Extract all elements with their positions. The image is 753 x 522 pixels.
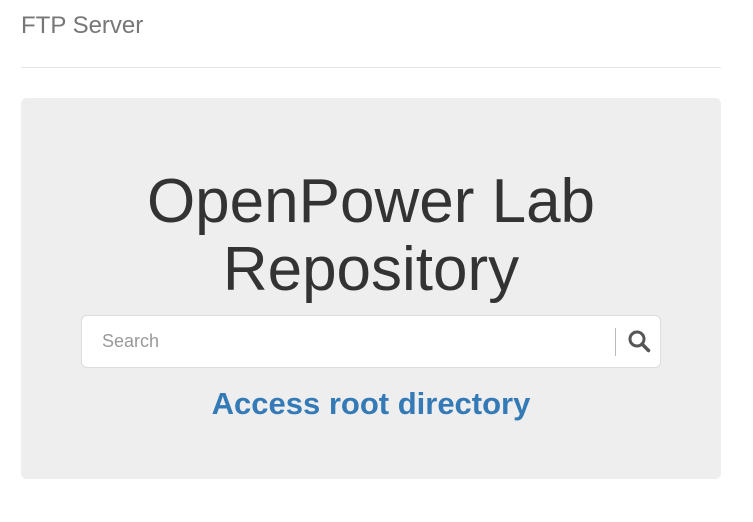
search-box [81,315,661,368]
search-button[interactable] [620,322,658,360]
brand-title[interactable]: FTP Server [21,12,143,40]
header: FTP Server [21,0,721,68]
jumbotron: OpenPower Lab Repository Access root dir… [21,98,721,479]
search-input[interactable] [82,316,614,367]
root-directory-link[interactable]: Access root directory [21,386,721,422]
search-icon [628,330,651,353]
search-divider [615,328,616,356]
page-title: OpenPower Lab Repository [146,167,596,304]
